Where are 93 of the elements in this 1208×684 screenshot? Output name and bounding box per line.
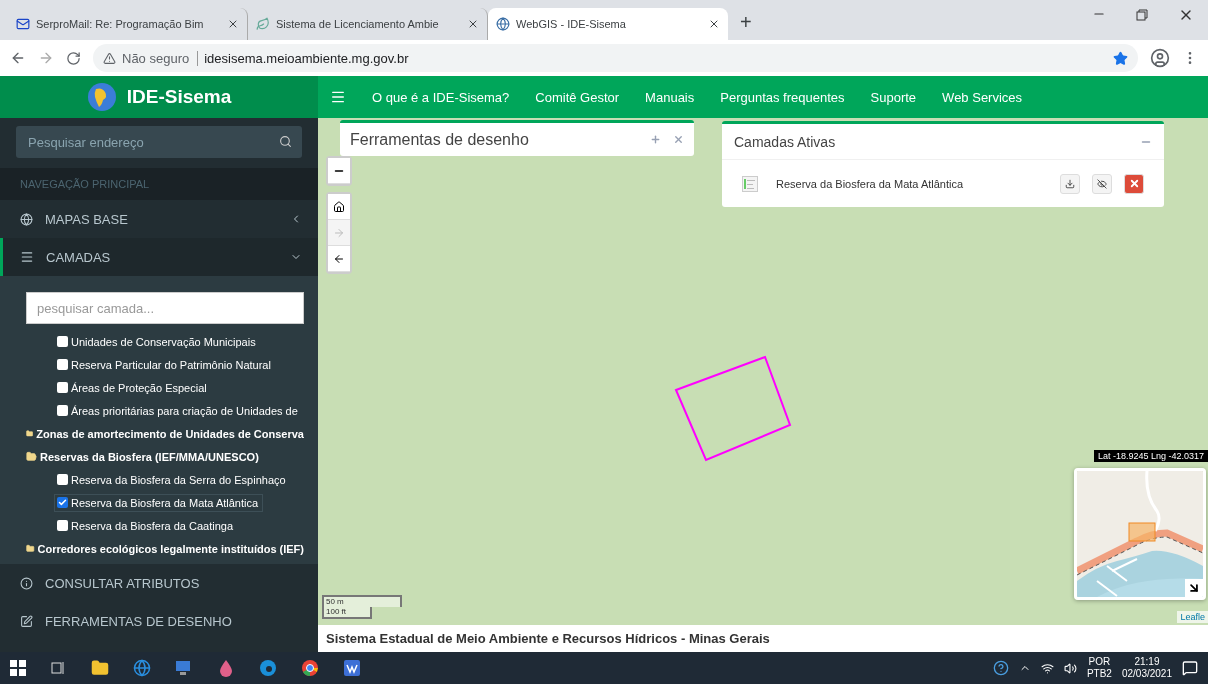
close-icon (673, 134, 684, 145)
layer-name: Reserva da Biosfera da Mata Atlântica (776, 177, 965, 190)
scale-bar: 50 m (322, 595, 402, 607)
download-icon (1065, 178, 1075, 189)
checkbox[interactable] (57, 336, 68, 347)
edit-icon (20, 614, 33, 628)
close-button[interactable] (673, 134, 684, 145)
menu-label: FERRAMENTAS DE DESENHO (45, 613, 233, 629)
help-icon[interactable] (992, 660, 1009, 676)
checkbox[interactable] (57, 474, 68, 485)
close-icon[interactable] (227, 18, 239, 30)
checkbox[interactable] (57, 382, 68, 393)
layer-item[interactable]: Reserva Particular do Patrimônio Natural (54, 355, 276, 374)
restore-icon[interactable] (1136, 7, 1148, 23)
zoom-out-button[interactable] (328, 158, 350, 184)
layer-item[interactable]: Áreas de Proteção Especial (54, 378, 212, 397)
menu-label: CAMADAS (46, 249, 112, 265)
menu-label: CONSULTAR ATRIBUTOS (45, 575, 201, 591)
star-icon[interactable] (1113, 50, 1128, 66)
address-search-field[interactable]: Pesquisar endereço (16, 126, 302, 158)
arrow-left-icon (333, 252, 345, 265)
volume-icon[interactable] (1063, 661, 1077, 675)
menu-icon[interactable] (330, 89, 346, 105)
plus-icon (650, 134, 661, 145)
globe-icon (20, 212, 33, 226)
menu-item[interactable]: MAPAS BASE (0, 200, 318, 238)
layer-item[interactable]: Reserva da Biosfera da Serra do Espinhaço (54, 470, 291, 489)
add-button[interactable] (650, 134, 661, 145)
logo-text[interactable]: IDE-Sisema (126, 86, 232, 108)
eye-off-icon (1097, 178, 1107, 189)
keyboard-layout-label[interactable]: PTB2 (1086, 668, 1112, 680)
menu-item[interactable]: CAMADAS (0, 238, 318, 276)
network-icon[interactable] (1040, 661, 1054, 675)
search-icon[interactable] (279, 135, 292, 148)
expand-button[interactable] (1185, 579, 1203, 597)
security-label: Não seguro (122, 50, 199, 66)
home-icon (333, 200, 345, 213)
checkbox[interactable] (57, 359, 68, 370)
browser-tab[interactable]: WebGIS - IDE-Sisema (488, 8, 728, 40)
checkbox[interactable] (57, 520, 68, 531)
clock-date[interactable]: 02/03/2021 (1121, 668, 1172, 680)
layer-group[interactable]: Reservas da Biosfera (IEF/MMA/UNESCO) (40, 450, 259, 463)
new-tab-button[interactable]: + (740, 11, 752, 34)
arrow-right-icon (333, 226, 345, 239)
map-control-button[interactable] (328, 194, 350, 220)
close-icon (1128, 178, 1140, 189)
tab-title: SerproMail: Re: Programação Bim (36, 18, 205, 30)
url-text: idesisema.meioambiente.mg.gov.br (204, 50, 409, 66)
legend-icon (742, 175, 758, 192)
notification-icon[interactable] (1182, 660, 1198, 676)
close-icon[interactable] (708, 18, 720, 30)
mail-icon (16, 17, 30, 31)
folder-icon[interactable] (90, 658, 110, 678)
attribution-link[interactable]: Leafle (1177, 611, 1208, 623)
menu-item[interactable]: CONSULTAR ATRIBUTOS (0, 564, 318, 602)
reload-icon[interactable] (66, 50, 81, 66)
language-label[interactable]: POR (1088, 656, 1111, 668)
menu-icon (20, 250, 34, 264)
leaf-icon (256, 17, 270, 31)
checkbox[interactable] (57, 497, 68, 508)
layer-item[interactable]: Unidades de Conservação Municipais (54, 332, 261, 351)
tab-title: WebGIS - IDE-Sisema (516, 18, 627, 30)
info-icon (20, 576, 33, 590)
map[interactable]: Ferramentas de desenho Camadas Ativas Reserva da Biosfera da Mata Atlântica 50 m 100 ft Lat -18.9245 Lng -42.0317 Leafle (318, 118, 1208, 625)
close-icon[interactable] (467, 18, 479, 30)
layer-item[interactable]: Reserva da Biosfera da Caatinga (54, 516, 239, 535)
panel-title: Ferramentas de desenho (350, 130, 530, 149)
remove-button[interactable] (1124, 173, 1144, 194)
menu-item[interactable]: FERRAMENTAS DE DESENHO (0, 602, 318, 640)
section-heading: NAVEGAÇÃO PRINCIPAL (0, 168, 318, 200)
checkbox[interactable] (57, 405, 68, 416)
menu-label: MAPAS BASE (45, 211, 129, 227)
scale-bar: 100 ft (322, 607, 372, 619)
app-icon[interactable] (342, 658, 362, 678)
globe-logo-icon (86, 82, 117, 112)
panel-title: Camadas Ativas (734, 133, 837, 150)
profile-icon[interactable] (1150, 48, 1170, 68)
layer-item[interactable]: Áreas prioritárias para criação de Unidades de (54, 401, 303, 420)
layer-search-field[interactable]: pesquisar camada... (26, 292, 304, 324)
layer-item[interactable]: Reserva da Biosfera da Mata Atlântica (54, 493, 264, 512)
layer-group[interactable]: Corredores ecológicos legalmente instituídos (IEF) (37, 542, 304, 555)
back-icon[interactable] (10, 50, 26, 66)
layer-group[interactable]: Zonas de amortecimento de Unidades de Conserva (36, 427, 304, 440)
browser-icon[interactable] (132, 658, 152, 678)
coordinates-readout: Lat -18.9245 Lng -42.0317 (1093, 450, 1208, 462)
globe-icon (496, 17, 510, 31)
download-button[interactable] (1060, 173, 1080, 194)
clock-time[interactable]: 21:19 (1134, 656, 1160, 668)
address-bar[interactable]: Não seguro idesisema.meioambiente.mg.gov.br (93, 44, 1138, 72)
warning-icon (103, 51, 116, 65)
tab-title: Sistema de Licenciamento Ambie (276, 18, 440, 30)
hide-button[interactable] (1092, 173, 1112, 194)
arrow-icon (1187, 581, 1201, 595)
